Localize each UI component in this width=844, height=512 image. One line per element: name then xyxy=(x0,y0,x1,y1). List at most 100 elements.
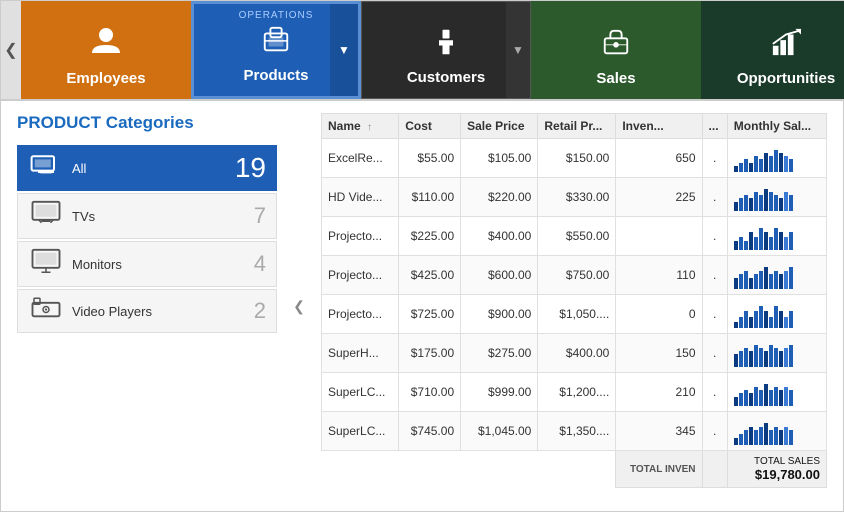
table-row[interactable]: HD Vide... $110.00 $220.00 $330.00 225 . xyxy=(322,178,827,217)
category-item-tvs[interactable]: TVs 7 xyxy=(17,193,277,239)
table-row[interactable]: Projecto... $225.00 $400.00 $550.00 . xyxy=(322,217,827,256)
category-monitors-label: Monitors xyxy=(72,257,122,272)
category-video-players-count: 2 xyxy=(254,298,266,324)
collapse-button[interactable]: ❮ xyxy=(289,113,309,499)
cell-monthly-chart xyxy=(727,217,826,256)
category-item-monitors[interactable]: Monitors 4 xyxy=(17,241,277,287)
nav-item-customers[interactable]: Customers ▼ xyxy=(361,1,531,99)
left-panel: PRODUCT Categories Al xyxy=(17,113,277,499)
cell-retail: $750.00 xyxy=(538,256,616,295)
cell-sale-price: $275.00 xyxy=(461,334,538,373)
employees-label: Employees xyxy=(66,70,145,87)
cell-monthly-chart xyxy=(727,256,826,295)
cell-retail: $150.00 xyxy=(538,139,616,178)
category-item-video-players[interactable]: Video Players 2 xyxy=(17,289,277,333)
customers-dropdown-arrow[interactable]: ▼ xyxy=(506,2,530,98)
cell-name: SuperLC... xyxy=(322,373,399,412)
cell-inventory: 0 xyxy=(616,295,702,334)
products-table: Name ↑ Cost Sale Price Retail Pr... Inve… xyxy=(321,113,827,488)
category-list: All 19 xyxy=(17,145,277,333)
table-row[interactable]: ExcelRe... $55.00 $105.00 $150.00 650 . xyxy=(322,139,827,178)
cell-inventory: 150 xyxy=(616,334,702,373)
col-name[interactable]: Name ↑ xyxy=(322,114,399,139)
cell-retail: $400.00 xyxy=(538,334,616,373)
cell-sale-price: $105.00 xyxy=(461,139,538,178)
cell-inventory: 345 xyxy=(616,412,702,451)
cell-cost: $745.00 xyxy=(399,412,461,451)
opportunities-label: Opportunities xyxy=(737,70,835,87)
cell-name: SuperH... xyxy=(322,334,399,373)
cell-cost: $175.00 xyxy=(399,334,461,373)
table-row[interactable]: Projecto... $425.00 $600.00 $750.00 110 … xyxy=(322,256,827,295)
cell-cost: $225.00 xyxy=(399,217,461,256)
category-tvs-count: 7 xyxy=(254,203,266,229)
cell-dot: . xyxy=(702,139,727,178)
col-cost: Cost xyxy=(399,114,461,139)
cell-inventory: 225 xyxy=(616,178,702,217)
nav-item-products[interactable]: OPERATIONS Products ▼ xyxy=(191,1,361,99)
employees-icon xyxy=(90,25,122,64)
cell-inventory xyxy=(616,217,702,256)
table-row[interactable]: Projecto... $725.00 $900.00 $1,050.... 0… xyxy=(322,295,827,334)
cell-cost: $710.00 xyxy=(399,373,461,412)
col-retail-price: Retail Pr... xyxy=(538,114,616,139)
video-players-icon xyxy=(28,296,64,326)
nav-item-opportunities[interactable]: Opportunities xyxy=(701,1,844,99)
cell-retail: $550.00 xyxy=(538,217,616,256)
cell-dot: . xyxy=(702,295,727,334)
total-inven-label: TOTAL INVEN xyxy=(616,451,702,488)
sales-label: Sales xyxy=(596,70,635,87)
cell-sale-price: $900.00 xyxy=(461,295,538,334)
category-item-all[interactable]: All 19 xyxy=(17,145,277,191)
all-icon xyxy=(28,153,64,183)
monitors-icon xyxy=(28,248,64,280)
total-dot xyxy=(702,451,727,488)
products-label: Products xyxy=(243,67,308,84)
nav-item-sales[interactable]: Sales xyxy=(531,1,701,99)
cell-dot: . xyxy=(702,412,727,451)
table-row[interactable]: SuperH... $175.00 $275.00 $400.00 150 . xyxy=(322,334,827,373)
cell-retail: $330.00 xyxy=(538,178,616,217)
table-row[interactable]: SuperLC... $710.00 $999.00 $1,200.... 21… xyxy=(322,373,827,412)
cell-name: SuperLC... xyxy=(322,412,399,451)
cell-monthly-chart xyxy=(727,412,826,451)
products-dropdown-arrow[interactable]: ▼ xyxy=(330,4,358,96)
col-dot: ... xyxy=(702,114,727,139)
cell-dot: . xyxy=(702,178,727,217)
cell-name: HD Vide... xyxy=(322,178,399,217)
cell-cost: $425.00 xyxy=(399,256,461,295)
cell-name: ExcelRe... xyxy=(322,139,399,178)
right-panel: Name ↑ Cost Sale Price Retail Pr... Inve… xyxy=(321,113,827,499)
col-inventory: Inven... xyxy=(616,114,702,139)
col-monthly-sales: Monthly Sal... xyxy=(727,114,826,139)
cell-name: Projecto... xyxy=(322,217,399,256)
cell-name: Projecto... xyxy=(322,256,399,295)
cell-retail: $1,350.... xyxy=(538,412,616,451)
cell-retail: $1,200.... xyxy=(538,373,616,412)
cell-dot: . xyxy=(702,373,727,412)
cell-dot: . xyxy=(702,217,727,256)
cell-monthly-chart xyxy=(727,139,826,178)
products-icon xyxy=(261,24,291,61)
customers-label: Customers xyxy=(407,69,485,86)
cell-monthly-chart xyxy=(727,334,826,373)
opportunities-icon xyxy=(771,27,801,64)
cell-sale-price: $400.00 xyxy=(461,217,538,256)
cell-sale-price: $600.00 xyxy=(461,256,538,295)
cell-retail: $1,050.... xyxy=(538,295,616,334)
cell-inventory: 210 xyxy=(616,373,702,412)
table-row[interactable]: SuperLC... $745.00 $1,045.00 $1,350.... … xyxy=(322,412,827,451)
cell-monthly-chart xyxy=(727,373,826,412)
cell-name: Projecto... xyxy=(322,295,399,334)
nav-prev-arrow[interactable]: ❮ xyxy=(1,1,21,99)
cell-sale-price: $1,045.00 xyxy=(461,412,538,451)
category-monitors-count: 4 xyxy=(254,251,266,277)
cell-sale-price: $999.00 xyxy=(461,373,538,412)
total-sales-cell: TOTAL SALES $19,780.00 xyxy=(727,451,826,488)
cell-monthly-chart xyxy=(727,178,826,217)
category-tvs-label: TVs xyxy=(72,209,95,224)
nav-item-employees[interactable]: Employees xyxy=(21,1,191,99)
cell-inventory: 650 xyxy=(616,139,702,178)
cell-dot: . xyxy=(702,256,727,295)
customers-icon xyxy=(432,28,460,63)
